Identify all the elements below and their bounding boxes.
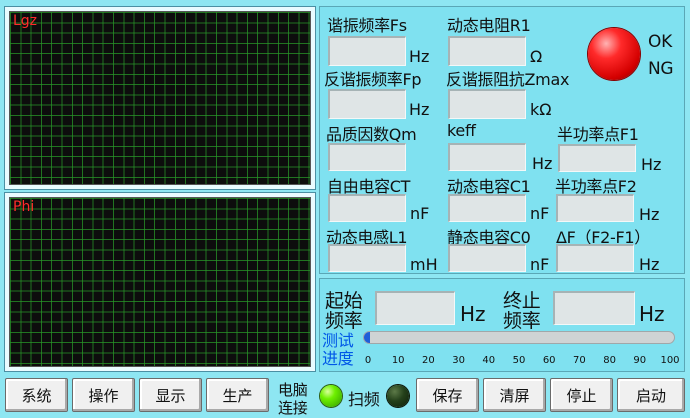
stop-button[interactable]: 停止: [550, 378, 613, 412]
produce-button[interactable]: 生产: [206, 378, 269, 412]
progress-tick-label: 20: [422, 355, 435, 366]
f2-value: [556, 194, 634, 222]
end-freq-input[interactable]: [553, 291, 635, 325]
start-button[interactable]: 启动: [617, 378, 685, 412]
progress-tick-label: 0: [364, 355, 372, 366]
connection-led: [320, 385, 342, 407]
end-freq-label-2: 频率: [503, 310, 541, 332]
fs-label: 谐振频率Fs: [327, 16, 407, 35]
keff-label: keff: [447, 121, 476, 140]
progress-tick-label: 40: [482, 355, 496, 366]
df-value: [556, 244, 634, 272]
phase-plot: Phi: [9, 197, 311, 367]
r1-unit: Ω: [530, 47, 543, 66]
progress-label-2: 进度: [322, 349, 354, 368]
c1-value: [448, 194, 526, 222]
save-button[interactable]: 保存: [416, 378, 479, 412]
end-freq-unit: Hz: [639, 302, 665, 326]
qm-label: 品质因数Qm: [326, 125, 417, 144]
progress-tick-label: 70: [573, 355, 586, 366]
ct-unit: nF: [410, 204, 430, 223]
f1-value: [558, 144, 636, 172]
progress-tick-label: 60: [542, 355, 556, 366]
progress-tick-label: 50: [512, 355, 526, 366]
result-led: [588, 28, 640, 80]
l1-unit: mH: [410, 255, 438, 274]
fs-unit: Hz: [409, 47, 430, 66]
zmax-label: 反谐振阻抗Zmax: [446, 70, 570, 89]
progress-tick-label: 90: [633, 355, 647, 366]
progress-tick-label: 30: [452, 355, 465, 366]
zmax-unit: kΩ: [530, 100, 552, 119]
ng-label: NG: [648, 59, 674, 79]
df-unit: Hz: [639, 255, 660, 274]
c1-unit: nF: [530, 204, 550, 223]
ct-value: [328, 194, 406, 222]
l1-value: [328, 244, 406, 272]
connection-label-2: 连接: [278, 399, 308, 417]
impedance-plot: Lgz: [9, 11, 311, 185]
system-button[interactable]: 系统: [5, 378, 68, 412]
impedance-plot-label: Lgz: [13, 13, 38, 29]
fp-label: 反谐振频率Fp: [324, 70, 422, 89]
c0-value: [448, 244, 526, 272]
start-freq-input[interactable]: [375, 291, 455, 325]
keff-value: [448, 143, 526, 171]
fs-value: [328, 36, 406, 66]
scan-label: 扫频: [348, 390, 380, 409]
fp-unit: Hz: [409, 100, 430, 119]
c0-unit: nF: [530, 255, 550, 274]
clear-screen-button[interactable]: 清屏: [483, 378, 546, 412]
f1-unit: Hz: [641, 155, 662, 174]
phase-plot-label: Phi: [13, 199, 35, 215]
zmax-value: [448, 89, 526, 119]
progress-tick-label: 100: [660, 355, 680, 366]
progress-tick-label: 80: [603, 355, 616, 366]
operate-button[interactable]: 操作: [72, 378, 135, 412]
scan-led: [387, 385, 409, 407]
r1-label: 动态电阻R1: [447, 16, 531, 35]
phase-plot-frame: Phi: [4, 192, 316, 372]
display-button[interactable]: 显示: [139, 378, 202, 412]
keff-unit: Hz: [532, 154, 553, 173]
impedance-plot-frame: Lgz: [4, 6, 316, 190]
fp-value: [328, 89, 406, 119]
progress-bar-fill: [364, 332, 371, 343]
f1-label: 半功率点F1: [557, 125, 639, 144]
r1-value: [448, 36, 526, 66]
progress-bar-track: [363, 331, 675, 344]
qm-value: [328, 143, 406, 171]
start-freq-unit: Hz: [460, 302, 486, 326]
progress-tick-label: 10: [391, 355, 405, 366]
f2-unit: Hz: [639, 205, 660, 224]
ok-label: OK: [648, 32, 672, 52]
